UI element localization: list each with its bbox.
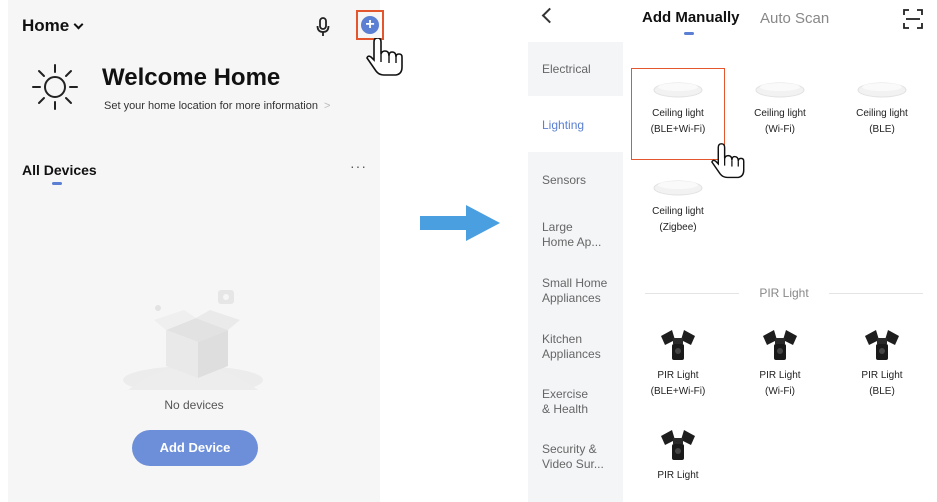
welcome-subtitle-text: Set your home location for more informat… [104,100,318,112]
ceiling-light-icon [857,82,907,98]
sidebar-item-kitchen-appliances[interactable]: Kitchen Appliances [528,332,623,362]
pointer-hand-icon [366,38,403,76]
device-ceiling-light-wifi[interactable]: Ceiling light (Wi-Fi) [735,80,825,138]
device-ceiling-light-ble[interactable]: Ceiling light (BLE) [837,80,927,138]
device-name: Ceiling light [652,206,704,217]
ceiling-light-icon [755,82,805,98]
add-device-button[interactable]: Add Device [132,430,258,466]
welcome-subtitle: Set your home location for more informat… [104,100,330,112]
sidebar-item-sensors[interactable]: Sensors [528,173,623,188]
microphone-icon[interactable] [315,16,331,38]
home-screen: Home + Welcome Home Set your home locati… [8,0,403,502]
device-pir-light-ble[interactable]: PIR Light (BLE) [837,328,927,400]
device-grid: Ceiling light (BLE+Wi-Fi) Ceiling light … [623,42,937,502]
device-name: PIR Light [861,370,903,381]
device-name: PIR Light [759,370,801,381]
arrow-right-icon [420,205,500,241]
back-icon[interactable] [541,7,558,24]
ceiling-light-icon [653,82,703,98]
device-ceiling-light-zigbee[interactable]: Ceiling light (Zigbee) [633,178,723,236]
sun-icon [32,64,78,110]
device-name: Ceiling light [652,108,704,119]
sidebar-item-large-home-appliances[interactable]: Large Home Ap... [528,220,623,250]
chevron-down-icon [73,19,84,30]
device-protocol: (Wi-Fi) [765,386,795,397]
ceiling-light-icon [653,180,703,196]
add-highlight-box: + [356,10,384,40]
home-header: Home + [22,10,384,42]
device-name: PIR Light [657,470,699,481]
no-devices-text: No devices [164,398,224,412]
add-device-header: Add Manually Auto Scan [528,0,937,42]
device-pir-light-wifi[interactable]: PIR Light (Wi-Fi) [735,328,825,400]
device-pir-light[interactable]: PIR Light [633,428,723,484]
device-protocol: (BLE+Wi-Fi) [650,124,706,135]
device-pir-light-ble-wifi[interactable]: PIR Light (BLE+Wi-Fi) [633,328,723,400]
sidebar-item-small-home-appliances[interactable]: Small Home Appliances [528,276,623,306]
add-device-screen: Add Manually Auto Scan Electrical Lighti… [528,0,937,502]
device-protocol: (BLE) [869,386,895,397]
pir-light-icon [661,430,695,460]
sidebar-item-lighting[interactable]: Lighting [528,96,623,152]
device-name: Ceiling light [856,108,908,119]
tab-indicator [52,182,62,185]
device-protocol: (Wi-Fi) [765,124,795,135]
sidebar-item-exercise-health[interactable]: Exercise & Health [528,387,623,417]
welcome-title: Welcome Home [102,64,281,91]
pointer-hand-icon [711,143,745,179]
device-ceiling-light-ble-wifi[interactable]: Ceiling light (BLE+Wi-Fi) [633,80,723,138]
device-protocol: (Zigbee) [659,222,697,233]
scan-icon[interactable] [902,8,924,30]
tab-auto-scan[interactable]: Auto Scan [760,10,829,27]
device-name: PIR Light [657,370,699,381]
pir-light-icon [763,330,797,360]
device-protocol: (BLE+Wi-Fi) [650,386,706,397]
all-devices-tab[interactable]: All Devices [22,162,97,178]
more-options-icon[interactable]: ··· [350,158,367,174]
sidebar-item-security-video[interactable]: Security & Video Sur... [528,442,623,472]
tutorial-image: Home + Welcome Home Set your home locati… [0,0,937,502]
category-sidebar: Electrical Lighting Sensors Large Home A… [528,42,623,502]
empty-box-illustration [123,290,263,390]
divider-line [829,293,923,294]
tab-indicator [684,32,694,35]
device-protocol: (BLE) [869,124,895,135]
home-label: Home [22,16,70,35]
pir-light-icon [865,330,899,360]
pir-light-icon [661,330,695,360]
add-plus-icon[interactable]: + [361,16,379,34]
tab-add-manually[interactable]: Add Manually [642,9,740,26]
device-name: Ceiling light [754,108,806,119]
section-divider-pir: PIR Light [645,286,923,300]
sidebar-item-electrical[interactable]: Electrical [528,62,623,77]
chevron-right-icon: > [324,100,331,112]
welcome-banner[interactable]: Welcome Home Set your home location for … [30,62,370,122]
home-selector[interactable]: Home [22,16,84,36]
